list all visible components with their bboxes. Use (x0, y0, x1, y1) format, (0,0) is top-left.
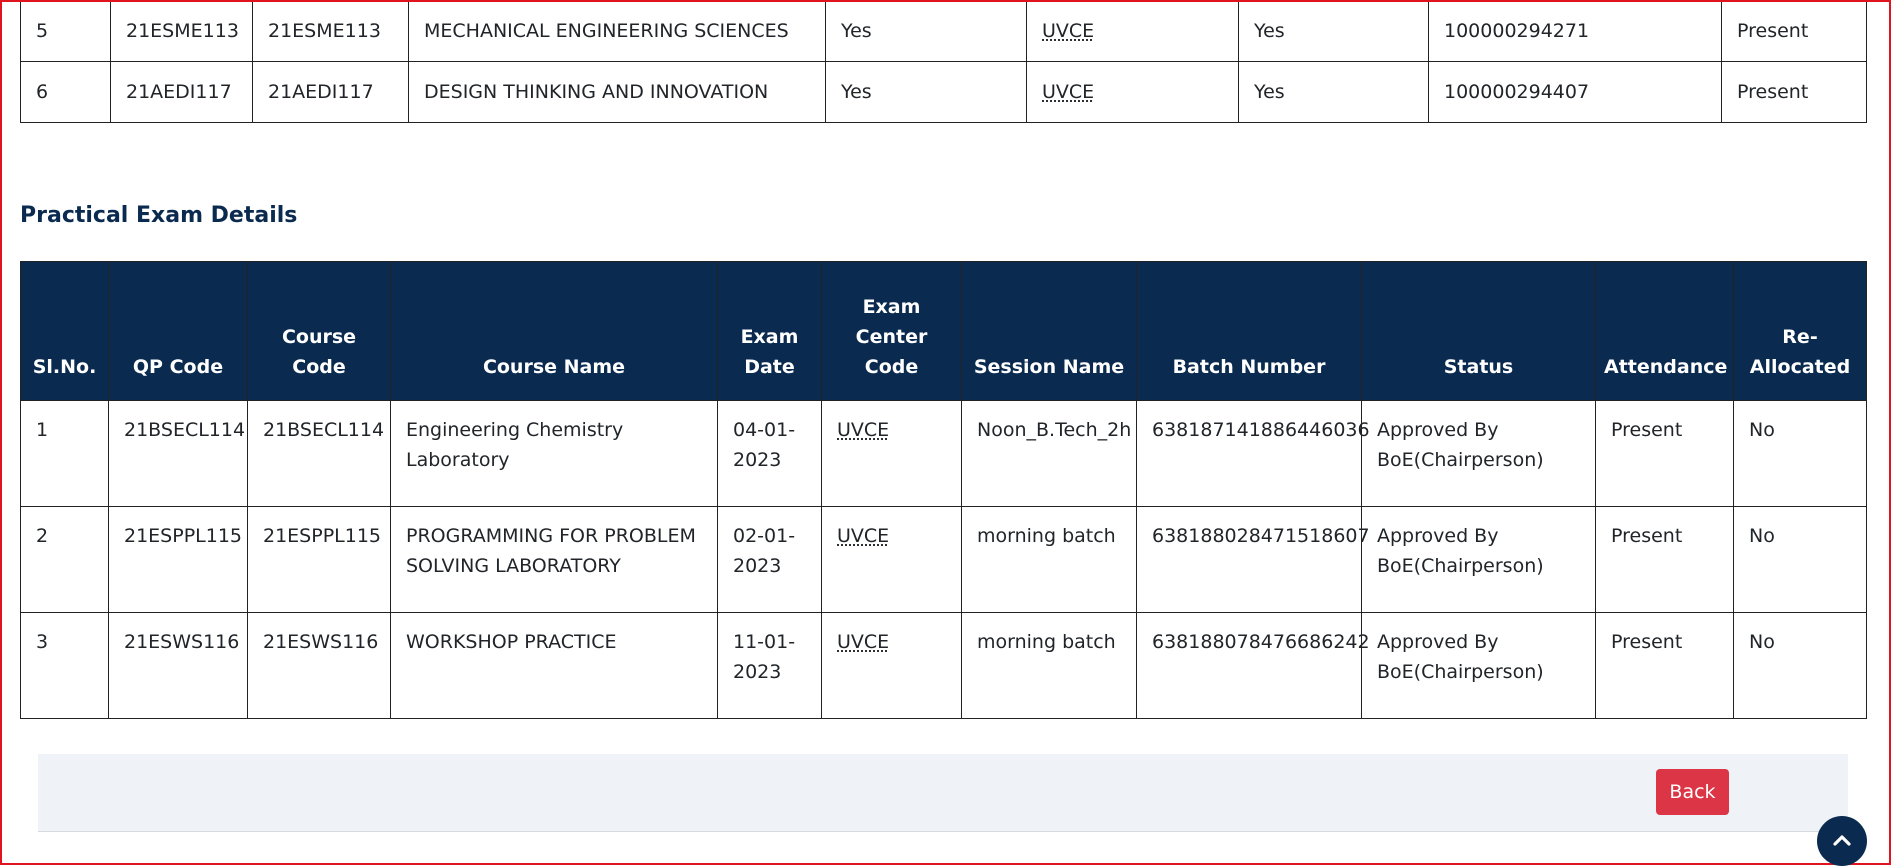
scroll-to-top-button[interactable] (1817, 816, 1867, 866)
attendance-cell: Present (1721, 0, 1867, 62)
column-header-course-code: Course Code (247, 261, 391, 401)
column-header-exam-date: Exam Date (717, 261, 822, 401)
sl-no-cell: 5 (20, 0, 111, 62)
sl-no-cell: 6 (20, 61, 111, 123)
course-name-cell: DESIGN THINKING AND INNOVATION (408, 61, 826, 123)
batch-number-cell: 638188028471518607 (1136, 506, 1370, 613)
column-header-sl-no: Sl.No. (20, 261, 109, 401)
attendance-cell: Present (1721, 61, 1867, 123)
course-code-cell: 21BSECL114 (247, 400, 391, 507)
course-name-cell: MECHANICAL ENGINEERING SCIENCES (408, 0, 826, 62)
qp-code-cell: 21ESPPL115 (108, 506, 248, 613)
qp-code-cell: 21BSECL114 (108, 400, 248, 507)
exam-center-cell: UVCE (821, 506, 962, 613)
sl-no-cell: 1 (20, 400, 109, 507)
re-allocated-cell: No (1733, 612, 1867, 719)
exam-center-abbr: UVCE (1042, 20, 1095, 42)
fee-paid-cell: Yes (1238, 0, 1429, 62)
course-code-cell: 21ESWS116 (247, 612, 391, 719)
column-header-exam-center-code: Exam Center Code (821, 261, 962, 401)
session-name-cell: Noon_B.Tech_2h (961, 400, 1137, 507)
status-cell: Approved By BoE(Chairperson) (1361, 400, 1596, 507)
exam-center-abbr: UVCE (1042, 81, 1095, 103)
sl-no-cell: 3 (20, 612, 109, 719)
exam-center-abbr: UVCE (837, 419, 890, 441)
exam-center-cell: UVCE (821, 400, 962, 507)
attendance-cell: Present (1595, 400, 1734, 507)
footer-action-bar (38, 754, 1848, 832)
back-button[interactable]: Back (1656, 769, 1729, 815)
course-name-cell: WORKSHOP PRACTICE (390, 612, 718, 719)
fee-paid-cell: Yes (1238, 61, 1429, 123)
table-row: 6 21AEDI117 21AEDI117 DESIGN THINKING AN… (20, 61, 1867, 123)
attendance-cell: Present (1595, 612, 1734, 719)
course-name-cell: PROGRAMMING FOR PROBLEM SOLVING LABORATO… (390, 506, 718, 613)
session-name-cell: morning batch (961, 612, 1137, 719)
column-header-session-name: Session Name (961, 261, 1137, 401)
exam-center-abbr: UVCE (837, 525, 890, 547)
eligibility-cell: Yes (825, 61, 1027, 123)
section-title-practical: Practical Exam Details (20, 203, 298, 228)
qp-code-cell: 21ESME113 (110, 0, 253, 62)
batch-number-cell: 638188078476686242 (1136, 612, 1370, 719)
column-header-batch-number: Batch Number (1136, 261, 1362, 401)
column-header-status: Status (1361, 261, 1596, 401)
table-row: 5 21ESME113 21ESME113 MECHANICAL ENGINEE… (20, 0, 1867, 62)
column-header-qp-code: QP Code (108, 261, 248, 401)
exam-date-cell: 04-01-2023 (717, 400, 822, 507)
register-number-cell: 100000294407 (1428, 61, 1722, 123)
attendance-cell: Present (1595, 506, 1734, 613)
status-cell: Approved By BoE(Chairperson) (1361, 506, 1596, 613)
theory-exam-table: 5 21ESME113 21ESME113 MECHANICAL ENGINEE… (20, 0, 1867, 123)
status-cell: Approved By BoE(Chairperson) (1361, 612, 1596, 719)
exam-center-abbr: UVCE (837, 631, 890, 653)
chevron-up-icon (1833, 835, 1851, 846)
re-allocated-cell: No (1733, 400, 1867, 507)
qp-code-cell: 21AEDI117 (110, 61, 253, 123)
column-header-course-name: Course Name (390, 261, 718, 401)
register-number-cell: 100000294271 (1428, 0, 1722, 62)
qp-code-cell: 21ESWS116 (108, 612, 248, 719)
batch-number-cell: 638187141886446036 (1136, 400, 1370, 507)
re-allocated-cell: No (1733, 506, 1867, 613)
exam-center-cell: UVCE (1026, 0, 1239, 62)
table-row: 3 21ESWS116 21ESWS116 WORKSHOP PRACTICE … (20, 612, 1867, 719)
course-name-cell: Engineering Chemistry Laboratory (390, 400, 718, 507)
course-code-cell: 21ESPPL115 (247, 506, 391, 613)
column-header-re-allocated: Re-Allocated (1733, 261, 1867, 401)
table-row: 2 21ESPPL115 21ESPPL115 PROGRAMMING FOR … (20, 506, 1867, 613)
column-header-attendance: Attendance (1595, 261, 1734, 401)
course-code-cell: 21ESME113 (252, 0, 409, 62)
session-name-cell: morning batch (961, 506, 1137, 613)
exam-center-cell: UVCE (1026, 61, 1239, 123)
exam-date-cell: 02-01-2023 (717, 506, 822, 613)
table-row: 1 21BSECL114 21BSECL114 Engineering Chem… (20, 400, 1867, 507)
exam-center-cell: UVCE (821, 612, 962, 719)
practical-exam-table: Sl.No. QP Code Course Code Course Name E… (20, 261, 1867, 719)
table-header-row: Sl.No. QP Code Course Code Course Name E… (20, 261, 1867, 401)
sl-no-cell: 2 (20, 506, 109, 613)
exam-date-cell: 11-01-2023 (717, 612, 822, 719)
eligibility-cell: Yes (825, 0, 1027, 62)
course-code-cell: 21AEDI117 (252, 61, 409, 123)
